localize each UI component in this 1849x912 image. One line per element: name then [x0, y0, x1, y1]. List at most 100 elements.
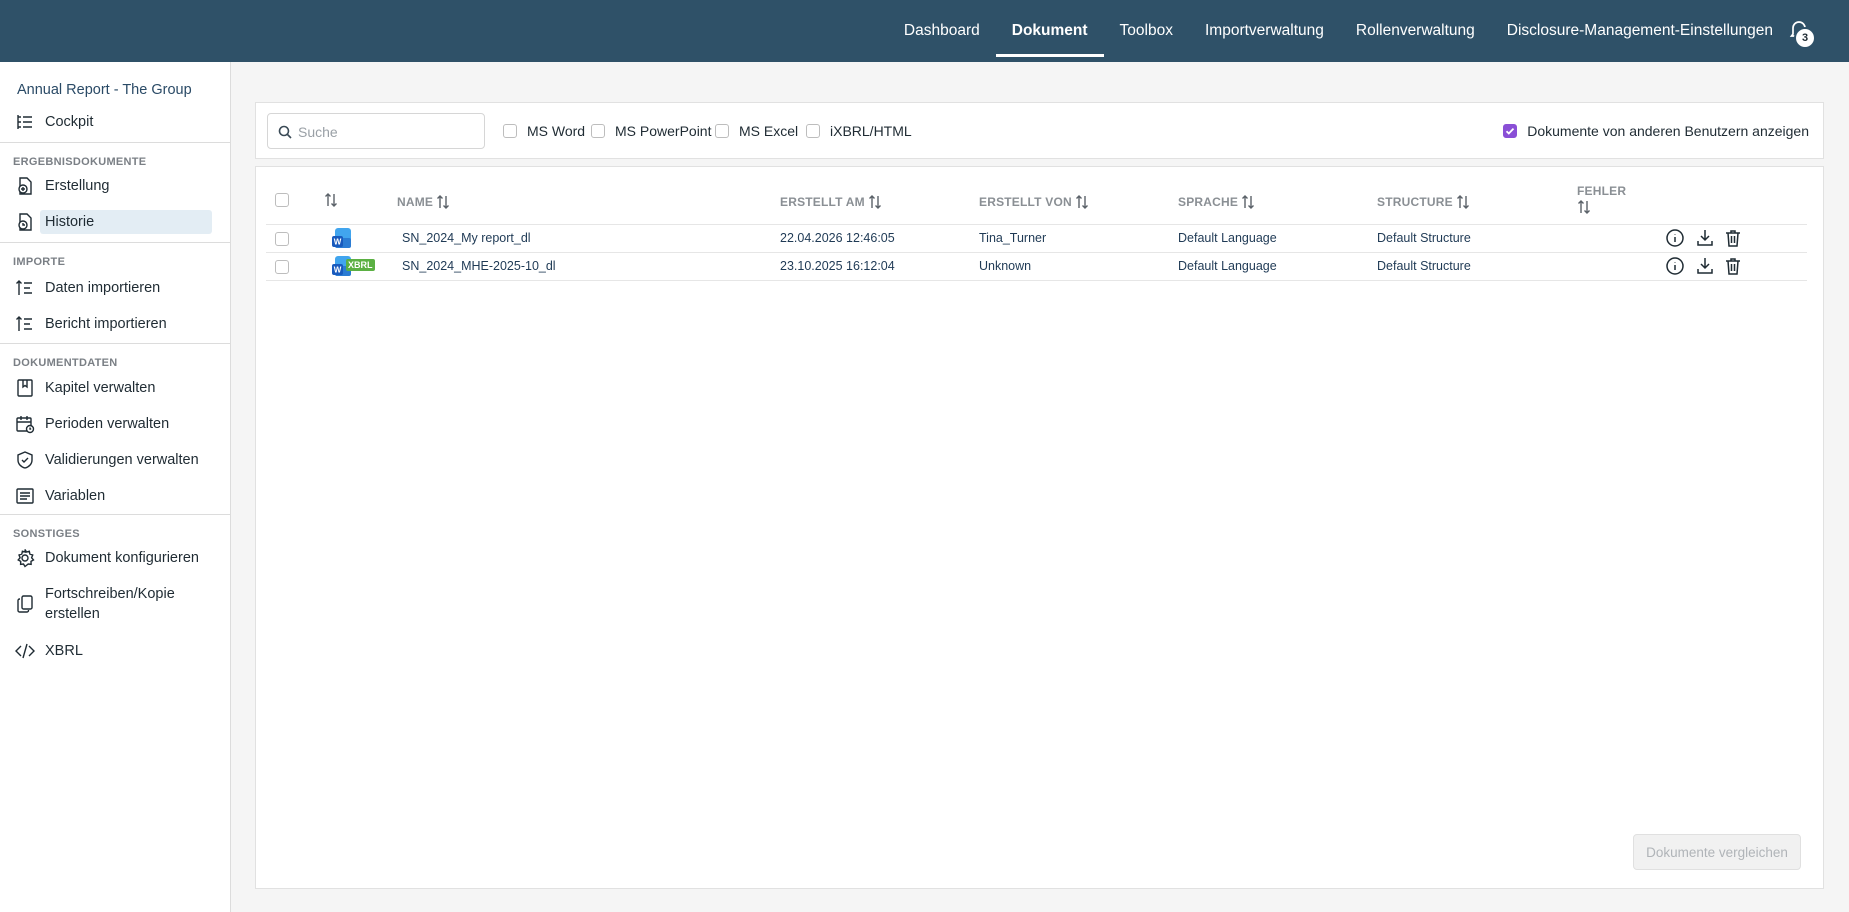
search-box: [267, 113, 485, 149]
search-icon: [278, 125, 292, 139]
download-icon[interactable]: [1695, 256, 1715, 276]
nav-dashboard[interactable]: Dashboard: [888, 0, 996, 62]
table-row[interactable]: W XBRL SN_2024_MHE-2025-10_dl 23.10.2025…: [266, 253, 1807, 281]
search-input[interactable]: [298, 122, 478, 142]
sidebar-item-bericht-importieren[interactable]: Bericht importieren: [14, 310, 167, 338]
filter-label: MS Word: [527, 123, 586, 139]
filter-bar: MS Word MS PowerPoint MS Excel iXBRL/HTM…: [255, 102, 1824, 159]
notification-count-badge: 3: [1794, 27, 1816, 49]
cell-language: Default Language: [1178, 231, 1277, 245]
top-navigation-bar: Dashboard Dokument Toolbox Importverwalt…: [0, 0, 1849, 62]
row-checkbox[interactable]: [275, 232, 289, 246]
import-data-icon: [14, 277, 36, 299]
info-icon[interactable]: [1665, 256, 1685, 276]
filter-ixbrl-html-checkbox[interactable]: [806, 124, 820, 138]
shield-check-icon: [14, 449, 36, 471]
header-name[interactable]: NAME: [397, 194, 450, 210]
filter-label: iXBRL/HTML: [830, 123, 912, 139]
sidebar-item-label: Bericht importieren: [45, 316, 167, 332]
sidebar-item-validierungen[interactable]: Validierungen verwalten: [14, 446, 199, 474]
nav-toolbox[interactable]: Toolbox: [1104, 0, 1189, 62]
sort-type-header[interactable]: [321, 192, 338, 208]
filter-ms-word-checkbox[interactable]: [503, 124, 517, 138]
compare-documents-button[interactable]: Dokumente vergleichen: [1633, 834, 1801, 870]
sidebar-divider: [0, 242, 230, 243]
sidebar-report-title: Annual Report - The Group: [17, 82, 192, 98]
header-language[interactable]: SPRACHE: [1178, 194, 1255, 210]
svg-text:W: W: [334, 238, 342, 247]
nav-importverwaltung[interactable]: Importverwaltung: [1189, 0, 1340, 62]
sidebar-item-xbrl[interactable]: XBRL: [14, 637, 83, 665]
cell-name[interactable]: SN_2024_MHE-2025-10_dl: [402, 259, 556, 273]
import-report-icon: [14, 313, 36, 335]
cockpit-icon: [14, 111, 36, 133]
copy-icon: [14, 593, 36, 615]
trash-icon[interactable]: [1723, 228, 1743, 248]
header-label: ERSTELLT VON: [979, 195, 1072, 209]
filter-ms-powerpoint-checkbox[interactable]: [591, 124, 605, 138]
section-sonstiges: SONSTIGES: [13, 528, 80, 540]
filter-ms-excel[interactable]: MS Excel: [715, 123, 798, 139]
section-importe: IMPORTE: [13, 256, 66, 268]
sidebar-item-historie[interactable]: Historie: [14, 208, 212, 236]
nav-disclosure-settings[interactable]: Disclosure-Management-Einstellungen: [1491, 0, 1789, 62]
sidebar-item-fortschreiben[interactable]: Fortschreiben/Kopie erstellen: [14, 583, 175, 625]
header-label: FEHLER: [1577, 184, 1627, 198]
filter-ms-powerpoint[interactable]: MS PowerPoint: [591, 123, 711, 139]
nav-dokument[interactable]: Dokument: [995, 0, 1104, 62]
show-other-users-checkbox[interactable]: [1503, 124, 1518, 138]
cell-created-by: Tina_Turner: [979, 231, 1047, 245]
header-created-by[interactable]: ERSTELLT VON: [979, 194, 1089, 210]
sidebar-item-daten-importieren[interactable]: Daten importieren: [14, 274, 160, 302]
header-label: STRUCTURE: [1377, 195, 1453, 209]
word-file-icon: W: [332, 228, 351, 248]
filter-ixbrl-html[interactable]: iXBRL/HTML: [806, 123, 912, 139]
sidebar-item-perioden[interactable]: Perioden verwalten: [14, 410, 169, 438]
filter-show-other-users[interactable]: Dokumente von anderen Benutzern anzeigen: [1503, 123, 1809, 139]
main-nav: Dashboard Dokument Toolbox Importverwalt…: [888, 0, 1789, 62]
sort-icon: [1242, 195, 1255, 209]
filter-ms-excel-checkbox[interactable]: [715, 124, 729, 138]
sort-icon: [1456, 195, 1469, 209]
sidebar-item-kapitel[interactable]: Kapitel verwalten: [14, 374, 155, 402]
sidebar-item-label: Fortschreiben/Kopie erstellen: [45, 584, 175, 624]
svg-text:W: W: [334, 266, 342, 275]
sidebar-item-label: Perioden verwalten: [45, 416, 170, 432]
select-all-checkbox[interactable]: [275, 193, 289, 207]
cell-structure: Default Structure: [1377, 231, 1471, 245]
sidebar-item-erstellung[interactable]: Erstellung: [14, 172, 109, 200]
xbrl-badge: XBRL: [346, 259, 375, 271]
book-icon: [14, 377, 36, 399]
header-label: ERSTELLT AM: [780, 195, 865, 209]
download-icon[interactable]: [1695, 228, 1715, 248]
header-created-at[interactable]: ERSTELLT AM: [780, 194, 882, 210]
nav-rollenverwaltung[interactable]: Rollenverwaltung: [1340, 0, 1491, 62]
sidebar-item-label: Variablen: [45, 488, 106, 504]
sidebar-item-label: Historie: [40, 210, 212, 234]
variables-icon: [14, 485, 36, 507]
sidebar-divider: [0, 343, 230, 344]
sidebar: Annual Report - The Group Cockpit ERGEBN…: [0, 62, 231, 912]
filter-ms-word[interactable]: MS Word: [503, 123, 585, 139]
row-checkbox[interactable]: [275, 260, 289, 274]
info-icon[interactable]: [1665, 228, 1685, 248]
documents-table-panel: NAME ERSTELLT AM ERSTELLT VON SPRACHE ST…: [255, 166, 1824, 889]
header-structure[interactable]: STRUCTURE: [1377, 194, 1470, 210]
filter-label: MS PowerPoint: [615, 123, 712, 139]
sidebar-item-cockpit[interactable]: Cockpit: [14, 108, 93, 136]
sidebar-item-label: XBRL: [45, 643, 83, 659]
cell-created-at: 23.10.2025 16:12:04: [780, 259, 895, 273]
trash-icon[interactable]: [1723, 256, 1743, 276]
header-label: SPRACHE: [1178, 195, 1239, 209]
sidebar-item-variablen[interactable]: Variablen: [14, 482, 105, 510]
table-row[interactable]: W SN_2024_My report_dl 22.04.2026 12:46:…: [266, 225, 1807, 253]
sidebar-item-konfigurieren[interactable]: Dokument konfigurieren: [14, 544, 199, 572]
cell-name[interactable]: SN_2024_My report_dl: [402, 231, 531, 245]
header-label: NAME: [397, 195, 434, 209]
section-dokumentdaten: DOKUMENTDATEN: [13, 357, 118, 369]
sort-icon: [1578, 200, 1590, 214]
sort-icon: [437, 195, 450, 209]
section-ergebnisdokumente: ERGEBNISDOKUMENTE: [13, 156, 147, 168]
header-errors[interactable]: FEHLER: [1577, 184, 1626, 215]
document-create-icon: [14, 175, 36, 197]
